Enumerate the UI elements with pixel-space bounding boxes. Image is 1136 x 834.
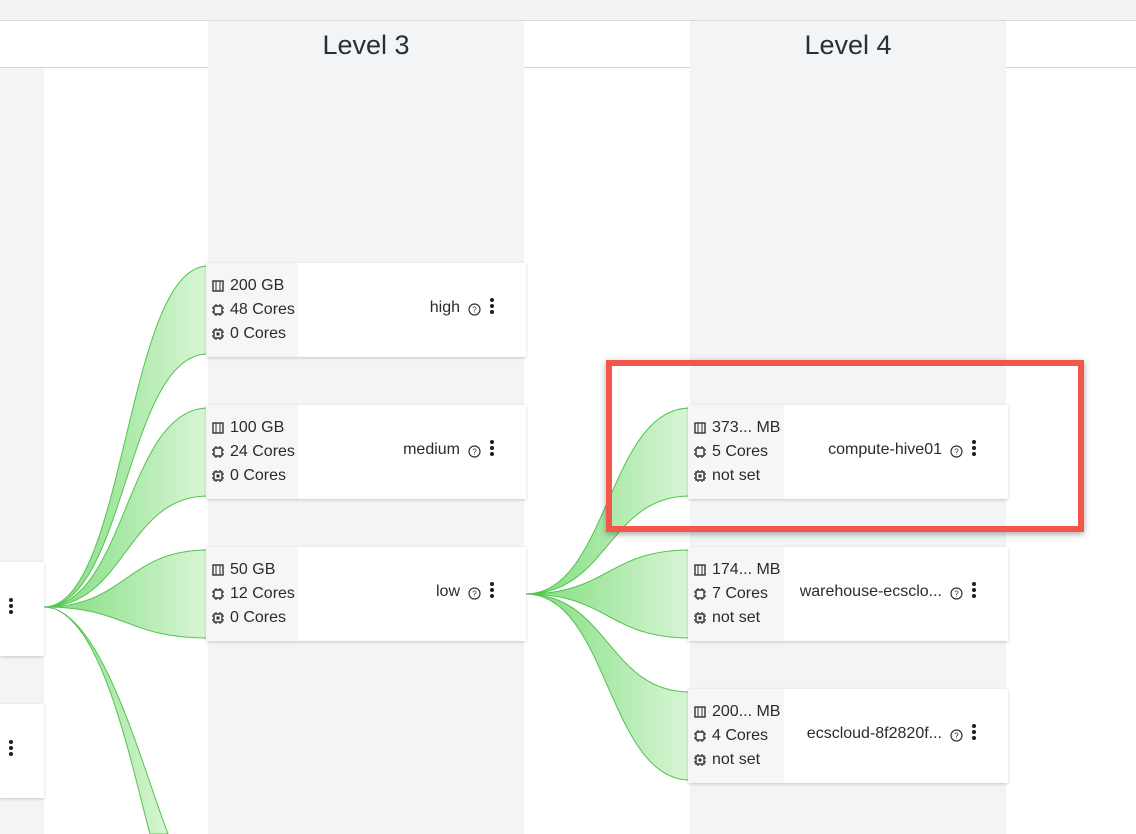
memory-chip-icon [694,706,706,718]
link-root-below [43,606,169,834]
queue-name: ecscloud-8f2820f... [806,725,942,742]
highlight-box [606,360,1084,532]
gpu-icon [694,754,706,766]
queue-card-medium[interactable]: 100 GB 24 Cores 0 Cores medium ? [206,405,526,499]
link-root-low [43,549,209,639]
kebab-menu-icon[interactable] [972,582,976,598]
resource-stats: 200 GB 48 Cores 0 Cores [206,263,298,357]
memory-value: 174... MB [712,561,781,578]
svg-text:?: ? [472,306,477,315]
gpu-icon [212,612,224,624]
kebab-menu-icon[interactable] [9,740,13,756]
gpu-icon [212,470,224,482]
help-circle-icon[interactable]: ? [950,729,963,742]
queue-name: low [435,583,460,600]
queue-name: high [429,299,460,316]
svg-text:?: ? [472,448,477,457]
queue-card-warehouse[interactable]: 174... MB 7 Cores not set warehouse-ecsc… [688,547,1008,641]
svg-text:?: ? [472,590,477,599]
cpu-value: 48 Cores [230,301,295,318]
sibling-card-partial[interactable] [0,704,44,798]
gpu-value: not set [712,751,761,768]
kebab-menu-icon[interactable] [490,298,494,314]
help-circle-icon[interactable]: ? [468,303,481,316]
memory-value: 100 GB [230,419,285,436]
queue-card-low[interactable]: 50 GB 12 Cores 0 Cores low ? [206,547,526,641]
svg-text:?: ? [954,590,959,599]
memory-chip-icon [212,280,224,292]
resource-stats: 174... MB 7 Cores not set [688,547,784,641]
gpu-value: 0 Cores [230,467,287,484]
memory-chip-icon [212,564,224,576]
parent-card-partial[interactable] [0,562,44,656]
kebab-menu-icon[interactable] [490,582,494,598]
resource-stats: 50 GB 12 Cores 0 Cores [206,547,298,641]
link-low-warehouse [525,549,691,639]
resource-stats: 100 GB 24 Cores 0 Cores [206,405,298,499]
cpu-value: 12 Cores [230,585,295,602]
gpu-value: not set [712,609,761,626]
help-circle-icon[interactable]: ? [468,587,481,600]
help-circle-icon[interactable]: ? [950,587,963,600]
cpu-value: 24 Cores [230,443,295,460]
resource-stats: 200... MB 4 Cores not set [688,689,784,783]
memory-chip-icon [694,564,706,576]
memory-value: 50 GB [230,561,276,578]
memory-value: 200... MB [712,703,781,720]
cpu-icon [212,304,224,316]
help-circle-icon[interactable]: ? [468,445,481,458]
queue-card-high[interactable]: 200 GB 48 Cores 0 Cores high ? [206,263,526,357]
memory-chip-icon [212,422,224,434]
kebab-menu-icon[interactable] [9,598,13,614]
kebab-menu-icon[interactable] [490,440,494,456]
gpu-icon [212,328,224,340]
cpu-icon [694,730,706,742]
gpu-value: 0 Cores [230,609,287,626]
cpu-icon [212,588,224,600]
queue-card-ecscloud[interactable]: 200... MB 4 Cores not set ecscloud-8f282… [688,689,1008,783]
memory-value: 200 GB [230,277,285,294]
cpu-value: 7 Cores [712,585,769,602]
gpu-value: 0 Cores [230,325,287,342]
kebab-menu-icon[interactable] [972,724,976,740]
cpu-icon [694,588,706,600]
queue-name: warehouse-ecsclo... [799,583,942,600]
gpu-icon [694,612,706,624]
queue-name: medium [403,441,460,458]
cpu-value: 4 Cores [712,727,769,744]
svg-text:?: ? [954,732,959,741]
cpu-icon [212,446,224,458]
